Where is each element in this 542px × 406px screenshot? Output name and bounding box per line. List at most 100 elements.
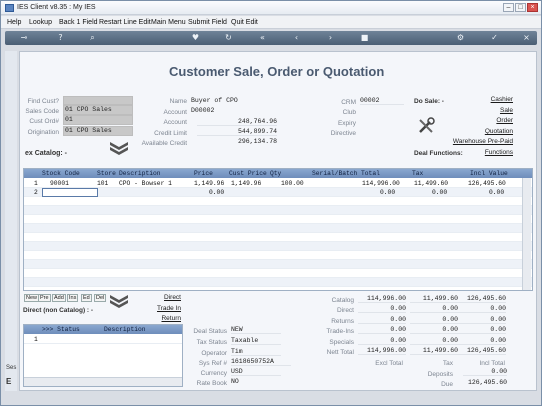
col-description: Description [104, 326, 146, 333]
tab-ed[interactable]: Ed [81, 294, 92, 302]
col-description: Description [119, 170, 161, 177]
col-stock-code: Stock Code [42, 170, 80, 177]
cashier-link[interactable]: Cashier [471, 96, 513, 103]
sales-code-field[interactable]: 01 CPO Sales [63, 105, 133, 115]
crm-label: CRM [341, 99, 356, 106]
cell-cust-price[interactable]: 1,149.96 [231, 180, 261, 187]
table-row[interactable]: 1 90001 101 CPO - Bowser 1 1,149.96 1,14… [24, 179, 532, 188]
warehouse-prepaid-link[interactable]: Warehouse Pre-Paid [441, 138, 513, 145]
operator-label: Operator [201, 350, 227, 357]
settings-icon[interactable]: ⚙ [455, 33, 466, 43]
totals-row-label: Catalog [331, 297, 354, 304]
search-icon[interactable]: ⌕ [87, 33, 98, 43]
sale-link[interactable]: Sale [471, 107, 513, 114]
cell-tax: 11,499.60 [414, 180, 449, 187]
col-incl-value: Incl Value [470, 170, 508, 177]
cell-stock-code-editor[interactable] [42, 188, 98, 197]
back-icon[interactable]: ‹ [291, 33, 302, 43]
row-number: 2 [34, 189, 38, 196]
refresh-icon[interactable]: ↻ [223, 33, 234, 43]
cell-total: 0.00 [380, 189, 396, 196]
incl-total-label: Incl Total [479, 360, 505, 367]
cell-qty[interactable]: 100.00 [281, 180, 304, 187]
table-row[interactable]: 2 0.00 0.00 0.00 0.00 [24, 188, 532, 197]
do-sale-label: Do Sale: - [414, 98, 444, 105]
cell-stock-code[interactable]: 90001 [50, 180, 69, 187]
menu-quit-edit[interactable]: Quit Edit [231, 19, 258, 26]
key-icon[interactable]: ⊸ [15, 33, 33, 43]
cell-price[interactable]: 0.00 [209, 189, 224, 196]
totals-tax-value: 0.00 [410, 326, 458, 334]
find-cust-field[interactable] [63, 96, 133, 105]
return-link[interactable]: Return [141, 315, 181, 322]
direct-link[interactable]: Direct [141, 294, 181, 301]
title-bar: IES Client v8.35 : My IES – □ × [1, 1, 541, 15]
account-field[interactable]: D00002 [191, 107, 271, 114]
totals-incl-value: 126,495.60 [458, 295, 506, 303]
tab-add[interactable]: Add [52, 294, 66, 302]
crm-field[interactable]: 00002 [360, 97, 404, 105]
due-value: 126,495.60 [457, 379, 507, 386]
close-button[interactable]: × [527, 3, 538, 12]
tax-status-label: Tax Status [196, 339, 227, 346]
forward-icon[interactable]: › [325, 33, 336, 43]
credit-limit: 544,899.74 [197, 128, 277, 136]
sys-ref-label: Sys Ref # [198, 360, 227, 367]
menu-lookup[interactable]: Lookup [29, 19, 52, 26]
cust-ord-field[interactable]: 01 [63, 115, 133, 125]
quotation-link[interactable]: Quotation [461, 128, 513, 135]
menu-help[interactable]: Help [7, 19, 21, 26]
direct-non-catalog-label: Direct (non Catalog) : - [23, 307, 94, 314]
horizontal-scrollbar[interactable] [24, 377, 182, 386]
rewind-icon[interactable]: « [257, 33, 268, 43]
minimize-button[interactable]: – [503, 3, 514, 12]
totals-tax-value: 11,499.60 [410, 295, 458, 303]
menu-back-1-field[interactable]: Back 1 Field [59, 19, 98, 26]
col-status: >>> Status [42, 326, 80, 333]
table-row[interactable]: 1 [24, 335, 182, 344]
totals-excl-value: 0.00 [358, 326, 406, 334]
totals-incl-value: 126,495.60 [458, 347, 506, 355]
col-serial-batch: Serial/Batch [312, 170, 358, 177]
account-balance-label: Account [163, 119, 188, 126]
tab-ins[interactable]: Ins [67, 294, 79, 302]
menu-restart-line-edit[interactable]: Restart Line Edit [99, 19, 151, 26]
totals-excl-value: 0.00 [358, 337, 406, 345]
sales-code-label: Sales Code [25, 108, 59, 115]
tab-new[interactable]: New [24, 294, 40, 302]
functions-link[interactable]: Functions [471, 149, 513, 156]
grid-scrollbar[interactable] [522, 178, 531, 290]
maximize-button[interactable]: □ [515, 3, 526, 12]
close-icon[interactable]: × [521, 33, 532, 43]
help-icon[interactable]: ? [55, 33, 66, 43]
totals-excl-value: 0.00 [358, 305, 406, 313]
heart-icon[interactable]: ♥ [190, 33, 201, 43]
menu-submit-field[interactable]: Submit Field [188, 19, 227, 26]
directive-label: Directive [330, 130, 356, 137]
row-number: 1 [34, 180, 38, 187]
chevron-down-icon[interactable] [109, 294, 129, 308]
totals-tax-value: 0.00 [410, 316, 458, 324]
toolbar: ⊸ ? ⌕ ♥ ↻ « ‹ › ■ ⚙ ✓ × [5, 31, 537, 45]
menu-main-menu[interactable]: Main Menu [151, 19, 186, 26]
find-cust-label: Find Cust? [27, 98, 59, 105]
currency: USD [231, 368, 281, 376]
totals-row-label: Nett Total [326, 349, 354, 356]
order-link[interactable]: Order [471, 117, 513, 124]
tab-del[interactable]: Del [94, 294, 107, 302]
available-credit-label: Available Credit [141, 140, 187, 147]
account-label: Account [163, 109, 188, 116]
stop-icon[interactable]: ■ [359, 33, 370, 43]
trade-in-link[interactable]: Trade In [141, 305, 181, 312]
line-items-grid: Stock Code Store Description Price Cust … [23, 168, 533, 291]
totals-row-label: Returns [331, 318, 354, 325]
name-field[interactable]: Buyer of CPO [191, 97, 271, 104]
cell-description[interactable]: CPO - Bowser 1 [119, 180, 172, 187]
tab-pre[interactable]: Pre [38, 294, 51, 302]
cell-price[interactable]: 1,149.96 [194, 180, 224, 187]
origination-field[interactable]: 01 CPO Sales [63, 126, 133, 136]
tools-icon[interactable] [417, 117, 435, 135]
ok-icon[interactable]: ✓ [489, 33, 500, 43]
cell-store[interactable]: 101 [97, 180, 108, 187]
chevron-down-icon[interactable] [109, 141, 129, 155]
